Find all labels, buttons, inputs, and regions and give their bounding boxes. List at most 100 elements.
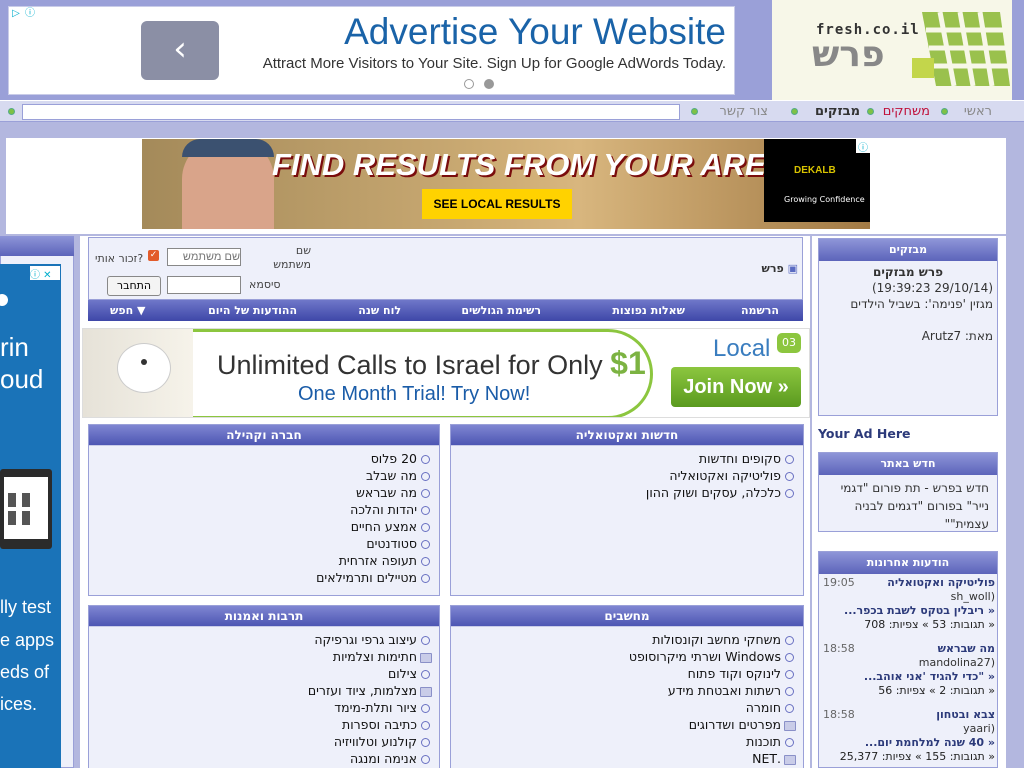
forum-link[interactable]: ציור ותלת-מימד: [89, 699, 433, 716]
banner-title: FIND RESULTS FROM YOUR AREA!: [272, 147, 799, 182]
forum-link[interactable]: אמצע החיים: [89, 518, 433, 535]
forum-link[interactable]: 20 פלוס: [89, 450, 433, 467]
forum-link[interactable]: מה שבראש: [89, 484, 433, 501]
new-on-site-title: חדש באתר: [819, 453, 997, 475]
folder-icon: ▣: [787, 262, 798, 275]
local-ad-price: $1: [610, 345, 646, 381]
adchoices-icon[interactable]: ⓘ ✕: [30, 266, 60, 281]
forum-link[interactable]: סקופים וחדשות: [451, 450, 797, 467]
breadcrumb-label[interactable]: פרש: [762, 262, 784, 275]
nav-flashes[interactable]: מבזקים: [815, 104, 860, 119]
post-forum[interactable]: מה שבראש: [938, 642, 995, 655]
forum-link[interactable]: תעופה אזרחית: [89, 552, 433, 569]
local-ad-line2: One Month Trial! Try Now!: [298, 383, 531, 405]
menu-calendar[interactable]: לוח שנה: [358, 300, 401, 321]
menu-members[interactable]: רשימת הגולשים: [461, 300, 541, 321]
nav-search-input[interactable]: [22, 104, 680, 120]
forum-link[interactable]: קולנוע וטלוויזיה: [89, 733, 433, 750]
mivzakim-heading[interactable]: פרש מבזקים: [823, 264, 993, 280]
post-forum[interactable]: פוליטיקה ואקטואליה: [887, 576, 995, 589]
login-button[interactable]: התחבר: [107, 276, 161, 296]
banner-cta-button[interactable]: SEE LOCAL RESULTS: [422, 189, 572, 219]
forum-link[interactable]: מטיילים ותרמילאים: [89, 569, 433, 586]
post-subject[interactable]: « ריבלין בטקס לשבת בכפר...: [823, 604, 995, 618]
join-now-button[interactable]: Join Now »: [671, 367, 801, 407]
nav-bullet-icon: [867, 108, 874, 115]
forum-link[interactable]: מפרטים ושדרוגים: [451, 716, 797, 733]
post-user[interactable]: (yaari: [823, 722, 995, 736]
ad-headline[interactable]: Advertise Your Website: [344, 11, 726, 53]
ad-prev-button[interactable]: ‹: [141, 21, 219, 80]
forum-link[interactable]: צילום: [89, 665, 433, 682]
nav-bullet-icon: [791, 108, 798, 115]
mivzakim-title[interactable]: מבזקים: [819, 239, 997, 261]
post-forum[interactable]: צבא ובטחון: [936, 708, 995, 721]
site-logo[interactable]: fresh.co.il פרש: [772, 0, 1012, 100]
post-subject[interactable]: « "כדי להגיד 'אני אוהב...: [823, 670, 995, 684]
forum-link[interactable]: Windows ושרתי מיקרוסופט: [451, 648, 797, 665]
mivzakim-box: מבזקים פרש מבזקים (29/10/14 19:39:23) מג…: [818, 238, 998, 416]
carousel-dot[interactable]: [464, 79, 474, 89]
password-input[interactable]: [167, 276, 241, 294]
forum-link[interactable]: משחקי מחשב וקונסולות: [451, 631, 797, 648]
panel-news: חדשות ואקטואליה סקופים וחדשות פוליטיקה וא…: [450, 424, 804, 596]
local-brand: Local: [713, 335, 771, 362]
forum-link[interactable]: חומרה: [451, 699, 797, 716]
nav-home[interactable]: ראשי: [964, 104, 992, 119]
forum-link[interactable]: כתיבה וספרות: [89, 716, 433, 733]
ad-subline[interactable]: Attract More Visitors to Your Site. Sign…: [263, 55, 726, 72]
forum-link[interactable]: חתימות וצלמיות: [89, 648, 433, 665]
left-ad[interactable]: ⓘ ✕ rin oud lly test e apps eds of ices.: [0, 264, 61, 768]
top-ad[interactable]: ▷ ⓘ ‹ Advertise Your Website Attract More…: [8, 6, 735, 95]
password-label: סיסמא: [249, 278, 281, 291]
left-ad-text: e apps: [0, 630, 55, 650]
farmer-cap: [182, 139, 274, 157]
forum-link[interactable]: עיצוב גרפי וגרפיקה: [89, 631, 433, 648]
forum-link[interactable]: סטודנטים: [89, 535, 433, 552]
nav-contact[interactable]: צור קשר: [720, 104, 769, 119]
forum-link[interactable]: לינוקס וקוד פתוח: [451, 665, 797, 682]
forum-link[interactable]: מה שבלב: [89, 467, 433, 484]
username-input[interactable]: [167, 248, 241, 266]
forum-link[interactable]: פוליטיקה ואקטואליה: [451, 467, 797, 484]
adchoices-info-icon[interactable]: ⓘ: [856, 139, 870, 154]
local-ad-line1: Unlimited Calls to Israel for Only $1: [217, 345, 646, 382]
menu-register[interactable]: הרשמה: [741, 300, 779, 321]
lamb-image: [83, 329, 193, 417]
post-user[interactable]: (mandolina27: [823, 656, 995, 670]
menu-faq[interactable]: שאלות נפוצות: [612, 300, 685, 321]
forum-link[interactable]: אנימה ומנגה: [89, 750, 433, 767]
panel-society-title[interactable]: חברה וקהילה: [89, 425, 439, 445]
post-header: 19:05 פוליטיקה ואקטואליה: [823, 576, 995, 590]
post-user[interactable]: (sh_woll: [823, 590, 995, 604]
your-ad-here-link[interactable]: Your Ad Here: [818, 426, 910, 441]
forum-link[interactable]: מצלמות, ציוד ועזרים: [89, 682, 433, 699]
panel-culture: תרבות ואמנות עיצוב גרפי וגרפיקה חתימות וצ…: [88, 605, 440, 768]
panel-culture-title[interactable]: תרבות ואמנות: [89, 606, 439, 626]
breadcrumb-home[interactable]: פרש ▣: [762, 262, 798, 275]
forum-link[interactable]: .NET: [451, 750, 797, 767]
local-ad-line1-text: Unlimited Calls to Israel for Only: [217, 350, 603, 380]
menu-search[interactable]: חפש ▼: [110, 300, 145, 321]
forum-link[interactable]: תוכנות: [451, 733, 797, 750]
dekalb-brand: DEKALB: [794, 165, 836, 176]
adchoices-icon[interactable]: ▷ ⓘ: [9, 7, 39, 21]
dekalb-logo: DEKALB Growing Confidence: [764, 139, 870, 222]
new-on-site-text[interactable]: חדש בפרש - תת פורום "דגמי נייר" בפורום "…: [819, 475, 997, 533]
latest-post: 18:58 מה שבראש (mandolina27 « "כדי להגיד 'א…: [823, 642, 995, 698]
forum-link[interactable]: כלכלה, עסקים ושוק ההון: [451, 484, 797, 501]
local-ad[interactable]: Unlimited Calls to Israel for Only $1 On…: [82, 328, 810, 418]
post-time: 18:58: [823, 642, 855, 655]
forum-link[interactable]: רשתות ואבטחת מידע: [451, 682, 797, 699]
dekalb-banner[interactable]: FIND RESULTS FROM YOUR AREA! SEE LOCAL R…: [142, 139, 870, 229]
panel-computers-title[interactable]: מחשבים: [451, 606, 803, 626]
menu-todays-posts[interactable]: ההודעות של היום: [208, 300, 297, 321]
forum-link[interactable]: יהדות והלכה: [89, 501, 433, 518]
nav-games[interactable]: משחקים: [883, 104, 930, 119]
left-ad-header: [0, 236, 74, 256]
post-subject[interactable]: « 40 שנה למלחמת יום...: [823, 736, 995, 750]
mivzakim-text[interactable]: מגזין 'פנימה': בשביל הילדים: [823, 296, 993, 312]
remember-checkbox[interactable]: ✓: [148, 250, 159, 261]
panel-news-title[interactable]: חדשות ואקטואליה: [451, 425, 803, 445]
carousel-dot-active[interactable]: [484, 79, 494, 89]
